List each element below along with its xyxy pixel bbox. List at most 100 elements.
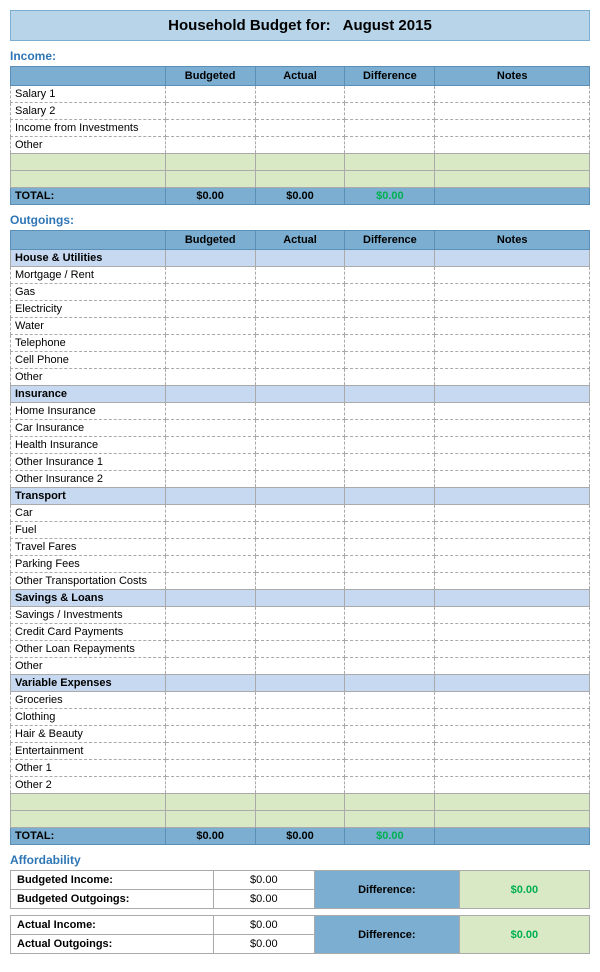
outgoings-row-budgeted[interactable] [165,318,255,335]
outgoings-row-notes[interactable] [435,454,590,471]
outgoings-row-notes[interactable] [435,471,590,488]
outgoings-row-notes[interactable] [435,777,590,794]
outgoings-row-notes[interactable] [435,505,590,522]
outgoings-row-actual[interactable] [255,454,345,471]
outgoings-row-budgeted[interactable] [165,777,255,794]
outgoings-row-budgeted[interactable] [165,726,255,743]
income-row-notes[interactable] [435,137,590,154]
income-row-budgeted[interactable] [165,137,255,154]
outgoings-row-actual[interactable] [255,403,345,420]
outgoings-row-actual[interactable] [255,573,345,590]
outgoings-row-diff [345,352,435,369]
outgoings-row-notes[interactable] [435,420,590,437]
outgoings-row: Hair & Beauty [11,726,590,743]
outgoings-row-notes[interactable] [435,641,590,658]
outgoings-row-actual[interactable] [255,539,345,556]
outgoings-row-notes[interactable] [435,335,590,352]
outgoings-row-notes[interactable] [435,318,590,335]
outgoings-row-notes[interactable] [435,573,590,590]
outgoings-row-budgeted[interactable] [165,454,255,471]
outgoings-row-actual[interactable] [255,777,345,794]
outgoings-row-actual[interactable] [255,709,345,726]
outgoings-row-notes[interactable] [435,692,590,709]
outgoings-row-budgeted[interactable] [165,743,255,760]
outgoings-row-actual[interactable] [255,760,345,777]
outgoings-row-label: Mortgage / Rent [11,267,166,284]
title-text: Household Budget for: [168,17,330,34]
outgoings-row-notes[interactable] [435,760,590,777]
outgoings-row-actual[interactable] [255,743,345,760]
outgoings-row-actual[interactable] [255,726,345,743]
outgoings-row-budgeted[interactable] [165,692,255,709]
outgoings-row-notes[interactable] [435,539,590,556]
outgoings-row-notes[interactable] [435,624,590,641]
outgoings-row-notes[interactable] [435,284,590,301]
outgoings-row-budgeted[interactable] [165,624,255,641]
outgoings-row-budgeted[interactable] [165,641,255,658]
outgoings-row-actual[interactable] [255,692,345,709]
outgoings-row-budgeted[interactable] [165,522,255,539]
outgoings-row-notes[interactable] [435,709,590,726]
outgoings-row-budgeted[interactable] [165,369,255,386]
outgoings-row-notes[interactable] [435,403,590,420]
outgoings-row-actual[interactable] [255,471,345,488]
income-row-budgeted[interactable] [165,120,255,137]
outgoings-row-notes[interactable] [435,369,590,386]
outgoings-row-budgeted[interactable] [165,607,255,624]
income-row-actual[interactable] [255,137,345,154]
outgoings-row-actual[interactable] [255,301,345,318]
outgoings-row-notes[interactable] [435,301,590,318]
income-row-notes[interactable] [435,103,590,120]
outgoings-row-notes[interactable] [435,743,590,760]
outgoings-row-notes[interactable] [435,352,590,369]
outgoings-row-actual[interactable] [255,624,345,641]
outgoings-row-budgeted[interactable] [165,709,255,726]
outgoings-row-budgeted[interactable] [165,267,255,284]
income-row-actual[interactable] [255,86,345,103]
outgoings-row-actual[interactable] [255,505,345,522]
outgoings-row-actual[interactable] [255,420,345,437]
outgoings-row-notes[interactable] [435,437,590,454]
outgoings-row-actual[interactable] [255,437,345,454]
outgoings-row-notes[interactable] [435,607,590,624]
outgoings-row-actual[interactable] [255,556,345,573]
outgoings-row-budgeted[interactable] [165,505,255,522]
income-row-actual[interactable] [255,120,345,137]
income-row-notes[interactable] [435,120,590,137]
outgoings-row-budgeted[interactable] [165,352,255,369]
outgoings-row-budgeted[interactable] [165,301,255,318]
outgoings-row-notes[interactable] [435,556,590,573]
outgoings-row-actual[interactable] [255,284,345,301]
outgoings-row-notes[interactable] [435,726,590,743]
income-total-actual: $0.00 [255,188,345,205]
outgoings-row-budgeted[interactable] [165,658,255,675]
outgoings-row-budgeted[interactable] [165,437,255,454]
income-row-actual[interactable] [255,103,345,120]
outgoings-row-actual[interactable] [255,369,345,386]
outgoings-row-actual[interactable] [255,607,345,624]
outgoings-row-budgeted[interactable] [165,539,255,556]
outgoings-row-notes[interactable] [435,658,590,675]
income-row-notes[interactable] [435,86,590,103]
outgoings-row-notes[interactable] [435,522,590,539]
income-row-budgeted[interactable] [165,103,255,120]
outgoings-row-actual[interactable] [255,522,345,539]
outgoings-row-budgeted[interactable] [165,403,255,420]
outgoings-row-actual[interactable] [255,658,345,675]
outgoings-row-actual[interactable] [255,318,345,335]
outgoings-row-actual[interactable] [255,335,345,352]
income-total-budgeted: $0.00 [165,188,255,205]
outgoings-row-actual[interactable] [255,641,345,658]
income-empty-row [11,154,590,171]
outgoings-row-budgeted[interactable] [165,420,255,437]
outgoings-row-budgeted[interactable] [165,471,255,488]
outgoings-row-budgeted[interactable] [165,760,255,777]
outgoings-row-budgeted[interactable] [165,335,255,352]
outgoings-row-actual[interactable] [255,352,345,369]
outgoings-row-budgeted[interactable] [165,284,255,301]
outgoings-row-actual[interactable] [255,267,345,284]
outgoings-row-notes[interactable] [435,267,590,284]
outgoings-row-budgeted[interactable] [165,573,255,590]
outgoings-row-budgeted[interactable] [165,556,255,573]
income-row-budgeted[interactable] [165,86,255,103]
